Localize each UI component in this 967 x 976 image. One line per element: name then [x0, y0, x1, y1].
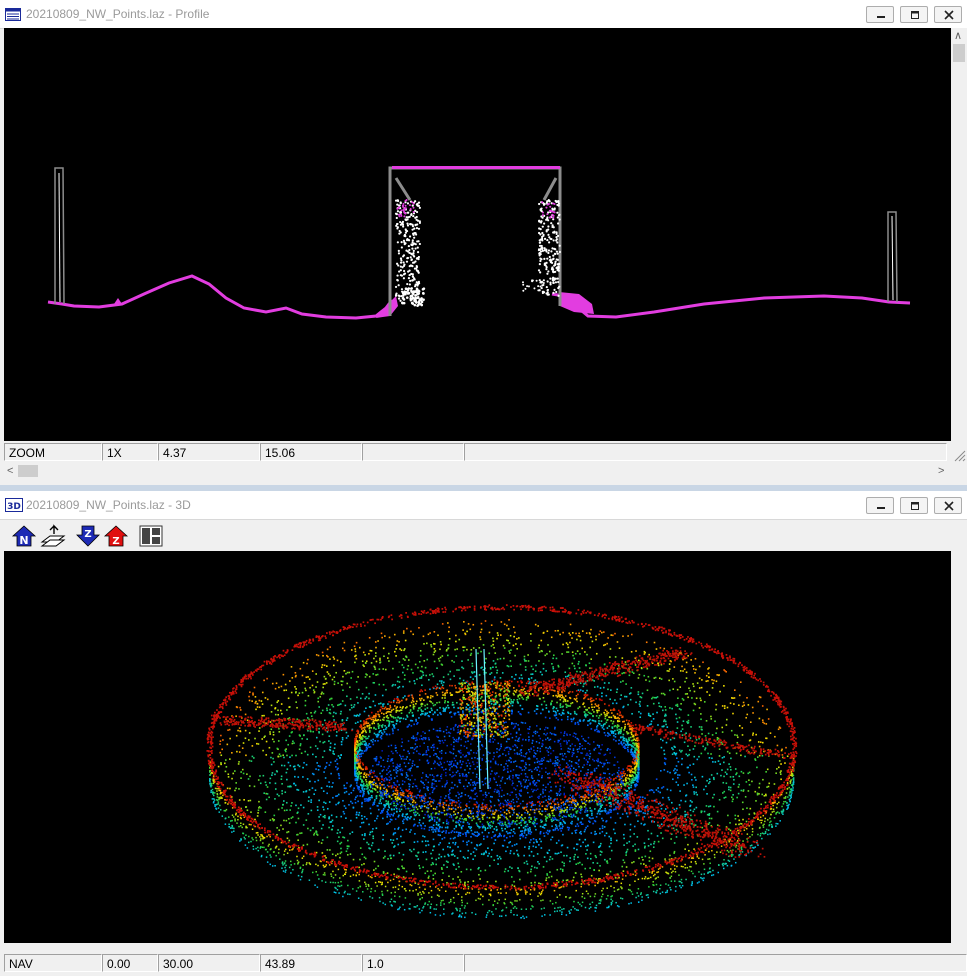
profile-point-cloud	[47, 166, 911, 320]
z-down-letter: Z	[84, 529, 91, 540]
horizontal-scroll-thumb[interactable]	[18, 465, 38, 477]
status-value-5	[464, 954, 967, 972]
profile-viewport[interactable]	[4, 28, 951, 441]
view3d-restore-button[interactable]	[900, 497, 928, 514]
status-field-a: 4.37	[158, 443, 260, 461]
profile-window-title: 20210809_NW_Points.laz - Profile	[26, 7, 210, 21]
north-arrow-icon: N	[11, 525, 37, 547]
status-value-2: 30.00	[158, 954, 260, 972]
status-zoom: 1X	[102, 443, 158, 461]
status-value-4: 1.0	[362, 954, 464, 972]
profile-restore-button[interactable]	[900, 6, 928, 23]
status-value-3: 43.89	[260, 954, 362, 972]
view3d-point-cloud	[206, 604, 798, 920]
scroll-up-icon[interactable]: ∧	[954, 30, 962, 42]
view3d-icon-label: 3D	[7, 502, 21, 512]
view3d-window: 3D 20210809_NW_Points.laz - 3D N Z Z NAV…	[0, 491, 967, 976]
restore-icon	[911, 11, 919, 19]
panel-layout-icon	[139, 525, 163, 547]
profile-window-icon	[5, 8, 21, 21]
view3d-window-icon: 3D	[5, 498, 23, 512]
scroll-right-icon[interactable]: >	[938, 465, 944, 477]
status-value-1: 0.00	[102, 954, 158, 972]
north-view-button[interactable]: N	[11, 524, 37, 548]
tilt-plane-icon	[40, 524, 66, 547]
profile-close-button[interactable]	[934, 6, 962, 23]
status-field-d	[464, 443, 947, 461]
profile-horizontal-scrollbar[interactable]: < >	[4, 463, 951, 479]
minimize-icon	[877, 507, 885, 509]
restore-icon	[911, 502, 919, 510]
close-icon	[944, 501, 954, 511]
tilt-view-button[interactable]	[40, 524, 66, 548]
view3d-close-button[interactable]	[934, 497, 962, 514]
view3d-minimize-button[interactable]	[866, 497, 894, 514]
close-icon	[944, 10, 954, 20]
view3d-viewport[interactable]	[4, 551, 951, 943]
minimize-icon	[877, 16, 885, 18]
z-down-arrow-icon: Z	[76, 525, 100, 547]
view3d-window-title: 20210809_NW_Points.laz - 3D	[26, 498, 191, 512]
z-up-arrow-icon: Z	[103, 525, 129, 547]
z-up-button[interactable]: Z	[103, 524, 129, 548]
z-down-button[interactable]: Z	[75, 524, 101, 548]
view3d-statusbar: NAV 0.00 30.00 43.89 1.0	[4, 952, 967, 972]
profile-window: 20210809_NW_Points.laz - Profile ∧ ∨ ZOO…	[0, 0, 967, 485]
panel-layout-button[interactable]	[138, 524, 164, 548]
resize-grip-icon[interactable]	[951, 447, 967, 463]
profile-vertical-scrollbar[interactable]: ∧ ∨	[951, 28, 967, 462]
status-field-c	[362, 443, 464, 461]
scroll-left-icon[interactable]: <	[7, 465, 13, 477]
status-field-b: 15.06	[260, 443, 362, 461]
profile-statusbar: ZOOM 1X 4.37 15.06	[4, 441, 967, 461]
status-mode: ZOOM	[4, 443, 102, 461]
view3d-titlebar[interactable]: 3D 20210809_NW_Points.laz - 3D	[0, 491, 967, 520]
status-nav-mode: NAV	[4, 954, 102, 972]
vertical-scroll-thumb[interactable]	[953, 44, 965, 62]
profile-minimize-button[interactable]	[866, 6, 894, 23]
north-letter: N	[19, 534, 28, 547]
z-up-letter: Z	[112, 536, 119, 547]
profile-titlebar[interactable]: 20210809_NW_Points.laz - Profile	[0, 0, 967, 29]
view3d-toolbar: N Z Z	[0, 520, 967, 551]
